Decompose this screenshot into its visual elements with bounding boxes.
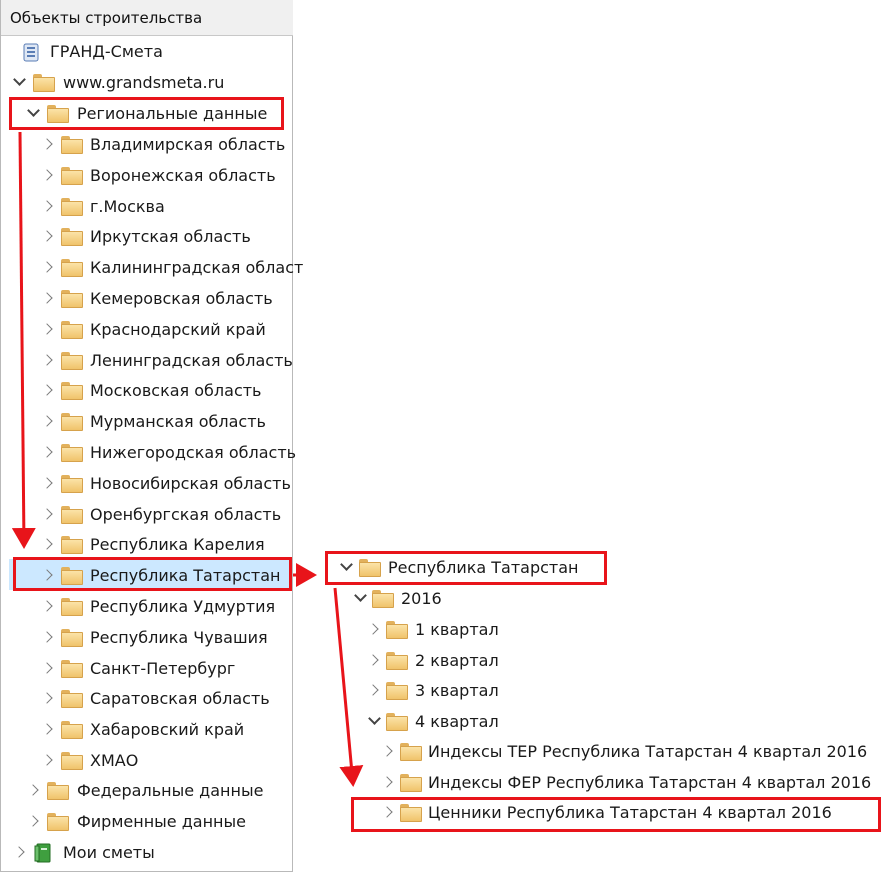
arrow-down-to-price-lists [333, 587, 364, 787]
red-arrows [11, 131, 364, 787]
arrow-down-to-tatarstan [11, 131, 36, 549]
